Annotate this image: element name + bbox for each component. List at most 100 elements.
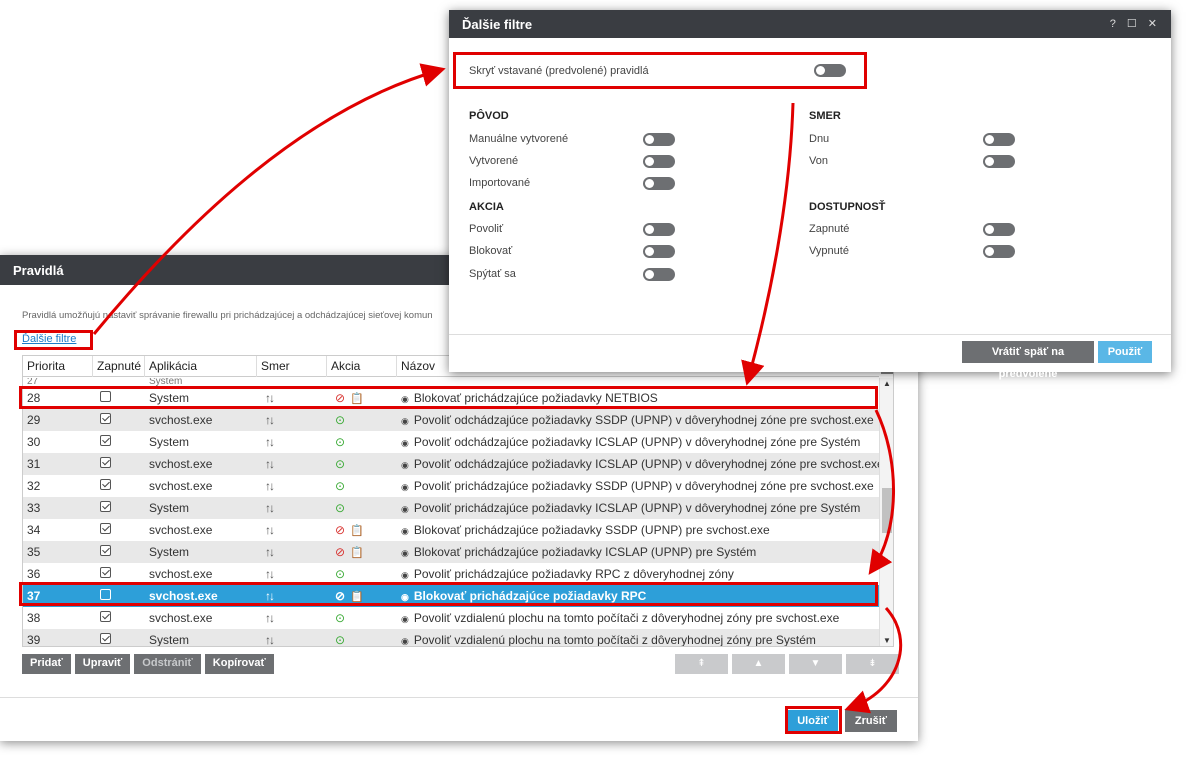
table-row[interactable]: 33 System ↑↓ ⊙ ◉ Povoliť prichádzajúce požiad… [23,497,879,519]
window-controls-icon[interactable]: ? ☐ ✕ [1110,17,1161,30]
save-button[interactable]: Uložiť [788,710,838,732]
enabled-checkbox[interactable] [100,391,111,402]
allow-check-icon: ⊙ [335,501,346,515]
direction-in-toggle[interactable] [983,133,1015,146]
table-row[interactable]: 34 svchost.exe ↑↓ ⊘ 📋 ◉ Blokovať prichádzajúce… [23,519,879,541]
cell-application: System [149,391,190,405]
edit-button[interactable]: Upraviť [74,654,131,674]
table-row[interactable]: 36 svchost.exe ↑↓ ⊙ ◉ Povoliť prichádzajúce p… [23,563,879,585]
origin-manual-toggle[interactable] [643,133,675,146]
col-header-application[interactable]: Aplikácia [145,356,257,377]
scroll-up-icon[interactable]: ▲ [880,379,893,388]
enabled-checkbox[interactable] [100,611,111,622]
table-row-partial[interactable]: 27 System [23,378,879,387]
enabled-checkbox[interactable] [100,633,111,644]
origin-created-label: Vytvorené [469,155,519,167]
move-up-icon[interactable]: ▲ [732,654,785,674]
cell-priority: 29 [27,413,41,427]
cell-priority: 33 [27,501,41,515]
cell-application: System [149,378,183,387]
clipboard-icon: 📋 [350,547,364,559]
cell-application: svchost.exe [149,567,213,581]
cell-application: System [149,501,190,515]
enabled-checkbox[interactable] [100,479,111,490]
enabled-checkbox[interactable] [100,589,111,600]
allow-check-icon: ⊙ [335,633,346,647]
action-block-toggle[interactable] [643,245,675,258]
rules-table-body: 27 System 28 System ↑↓ ⊘ 📋 ◉ Blokovať prichádz… [23,378,879,647]
direction-icon: ↑↓ [265,633,275,647]
scroll-down-icon[interactable]: ▼ [880,636,893,645]
copy-button[interactable]: Kopírovať [204,654,274,674]
col-header-priority[interactable]: Priorita [23,356,93,377]
enabled-checkbox[interactable] [100,501,111,512]
enabled-checkbox[interactable] [100,435,111,446]
cell-application: svchost.exe [149,611,213,625]
enabled-checkbox[interactable] [100,545,111,556]
move-buttons: ⇞ ▲ ▼ ⇟ [675,654,899,674]
cell-rule-name: Povoliť prichádzajúce požiadavky RPC z d… [413,567,734,581]
direction-icon: ↑↓ [265,567,275,581]
direction-heading: SMER [809,110,841,122]
rule-icon: ◉ [401,394,409,404]
remove-button[interactable]: Odstrániť [134,654,201,674]
move-bottom-icon[interactable]: ⇟ [846,654,899,674]
table-row[interactable]: 31 svchost.exe ↑↓ ⊙ ◉ Povoliť odchádzajúce po… [23,453,879,475]
direction-icon: ↑↓ [265,589,275,603]
direction-out-toggle[interactable] [983,155,1015,168]
origin-imported-toggle[interactable] [643,177,675,190]
table-row[interactable]: 28 System ↑↓ ⊘ 📋 ◉ Blokovať prichádzajúce poži… [23,387,879,409]
direction-icon: ↑↓ [265,611,275,625]
clipboard-icon: 📋 [350,393,364,405]
add-button[interactable]: Pridať [22,654,71,674]
cell-application: System [149,633,190,647]
table-row[interactable]: 37 svchost.exe ↑↓ ⊘ 📋 ◉ Blokovať prichádzajúce… [23,585,879,607]
table-row[interactable]: 30 System ↑↓ ⊙ ◉ Povoliť odchádzajúce požiada… [23,431,879,453]
block-icon: ⊘ [335,391,346,405]
col-header-direction[interactable]: Smer [257,356,327,377]
availability-enabled-toggle[interactable] [983,223,1015,236]
cell-priority: 39 [27,633,41,647]
cell-priority: 34 [27,523,41,537]
move-down-icon[interactable]: ▼ [789,654,842,674]
origin-created-toggle[interactable] [643,155,675,168]
action-allow-toggle[interactable] [643,223,675,236]
cell-application: svchost.exe [149,589,218,603]
rules-action-buttons: Pridať Upraviť Odstrániť Kopírovať [22,654,274,674]
table-row[interactable]: 32 svchost.exe ↑↓ ⊙ ◉ Povoliť prichádzajúce p… [23,475,879,497]
direction-icon: ↑↓ [265,545,275,559]
table-row[interactable]: 35 System ↑↓ ⊘ 📋 ◉ Blokovať prichádzajúce poži… [23,541,879,563]
enabled-checkbox[interactable] [100,567,111,578]
action-ask-toggle[interactable] [643,268,675,281]
apply-button[interactable]: Použiť [1098,341,1152,363]
rule-icon: ◉ [401,416,409,426]
table-row[interactable]: 29 svchost.exe ↑↓ ⊙ ◉ Povoliť odchádzajúce po… [23,409,879,431]
hide-builtin-toggle[interactable] [814,64,846,77]
cancel-button[interactable]: Zrušiť [845,710,897,732]
availability-disabled-toggle[interactable] [983,245,1015,258]
table-row[interactable]: 38 svchost.exe ↑↓ ⊙ ◉ Povoliť vzdialenú ploch… [23,607,879,629]
reset-defaults-button[interactable]: Vrátiť späť na predvolené [962,341,1094,380]
cell-rule-name: Povoliť vzdialenú plochu na tomto počíta… [413,633,816,647]
enabled-checkbox[interactable] [100,523,111,534]
rules-description: Pravidlá umožňujú nastaviť správanie fir… [22,310,433,321]
table-row[interactable]: 39 System ↑↓ ⊙ ◉ Povoliť vzdialenú plochu na … [23,629,879,647]
enabled-checkbox[interactable] [100,457,111,468]
availability-disabled-label: Vypnuté [809,245,849,257]
col-header-action[interactable]: Akcia [327,356,397,377]
cell-application: svchost.exe [149,479,213,493]
cell-application: System [149,545,190,559]
cell-priority: 32 [27,479,41,493]
move-top-icon[interactable]: ⇞ [675,654,728,674]
allow-check-icon: ⊙ [335,457,346,471]
more-filters-link[interactable]: Ďalšie filtre [22,333,76,345]
vertical-scrollbar[interactable]: ▲ ▼ [879,378,893,646]
rules-table: Priorita Zapnuté Aplikácia Smer Akcia Ná… [22,355,894,647]
availability-enabled-label: Zapnuté [809,223,850,235]
enabled-checkbox[interactable] [100,413,111,424]
allow-check-icon: ⊙ [335,567,346,581]
cell-rule-name: Povoliť prichádzajúce požiadavky ICSLAP … [413,501,861,515]
scroll-thumb[interactable] [882,488,892,533]
col-header-enabled[interactable]: Zapnuté [93,356,145,377]
rule-icon: ◉ [401,438,409,448]
